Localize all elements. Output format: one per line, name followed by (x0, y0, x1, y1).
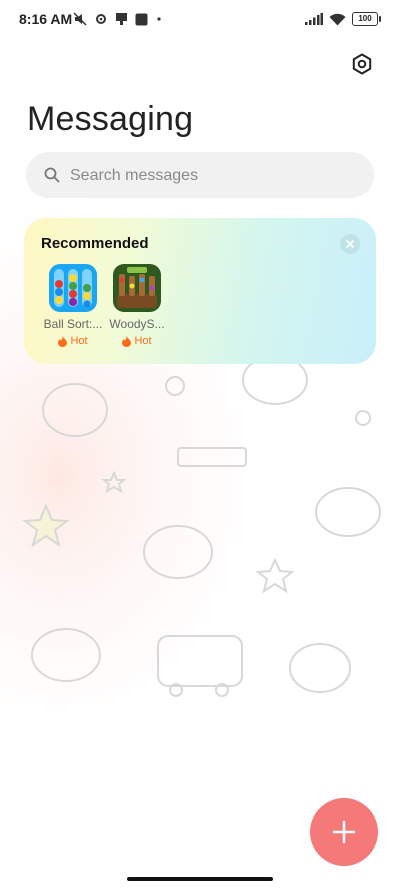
status-bar: 8:16 AM 100 (0, 0, 400, 40)
battery-icon: 100 (352, 12, 381, 26)
ball-sort-icon (49, 264, 97, 312)
status-icons-right: 100 (305, 11, 381, 27)
page-title: Messaging (27, 100, 194, 138)
close-icon (346, 240, 354, 248)
square-icon (135, 13, 148, 25)
recommended-title: Recommended (41, 235, 149, 252)
search-input[interactable] (68, 152, 362, 200)
hot-label: Hot (134, 335, 152, 347)
hot-label: Hot (70, 335, 88, 347)
wifi-icon (329, 13, 346, 25)
recommended-card: Recommended Ball Sort:... Hot WoodyS... … (24, 218, 376, 364)
signal-icon (305, 13, 323, 25)
status-icons-left (73, 11, 163, 27)
app-name: Ball Sort:... (43, 317, 103, 331)
new-message-button[interactable] (310, 798, 378, 866)
close-recommended-button[interactable] (340, 234, 360, 254)
fire-icon (58, 335, 68, 347)
fire-icon (122, 335, 132, 347)
recommended-app-ball-sort[interactable]: Ball Sort:... Hot (42, 264, 104, 347)
search-icon (44, 167, 60, 183)
plus-icon (332, 820, 356, 844)
sim-icon (116, 13, 127, 25)
woody-icon (113, 264, 161, 312)
settings-gear-button[interactable] (350, 52, 374, 76)
home-indicator[interactable] (127, 877, 273, 881)
app-name: WoodyS... (109, 317, 165, 331)
hot-tag: Hot (42, 335, 104, 347)
settings-gear-icon (96, 14, 106, 24)
search-bar[interactable] (26, 152, 374, 200)
status-time: 8:16 AM (19, 11, 73, 27)
hot-tag: Hot (106, 335, 168, 347)
dot-icon (157, 17, 161, 21)
mute-icon (73, 12, 87, 26)
recommended-app-woody[interactable]: WoodyS... Hot (106, 264, 168, 347)
